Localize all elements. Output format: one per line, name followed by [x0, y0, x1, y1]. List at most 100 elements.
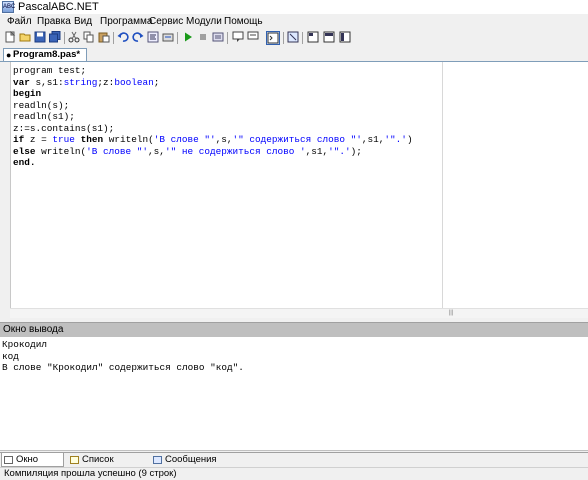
windows-layout-icon[interactable]	[306, 31, 320, 45]
bottom-panel-tabs: Окно вывода Список ошибок Сообщения комп…	[0, 452, 588, 478]
menu-edit[interactable]: Правка	[37, 14, 71, 30]
new-file-icon[interactable]	[3, 30, 17, 45]
code-token: );	[350, 145, 362, 157]
output-line: В слове "Крокодил" содержиться слово "ко…	[2, 362, 244, 373]
compile-icon[interactable]	[211, 31, 225, 45]
copy-icon[interactable]	[82, 31, 96, 45]
code-line[interactable]: else writeln('В слове "',s,'" не содержи…	[13, 146, 413, 158]
modified-indicator-icon: ●	[6, 50, 12, 60]
code-token: '".'	[328, 145, 351, 157]
error-list-icon	[70, 456, 79, 464]
title-bar: ABC PascalABC.NET	[0, 0, 588, 14]
tab-output-window[interactable]: Окно вывода	[1, 453, 64, 478]
save-icon[interactable]	[33, 31, 47, 45]
output-text-area[interactable]: Крокодил код В слове "Крокодил" содержит…	[0, 337, 588, 451]
menu-file[interactable]: Файл	[7, 14, 32, 30]
menu-program[interactable]: Программа	[100, 14, 152, 30]
undo-icon[interactable]	[116, 31, 130, 45]
code-line[interactable]: readln(s1);	[13, 111, 413, 123]
toolbar-separator	[302, 32, 303, 44]
code-token: s,s1:	[29, 76, 64, 88]
code-line[interactable]: if z = true then writeln('В слове "',s,'…	[13, 134, 413, 146]
toolbar-separator	[283, 32, 284, 44]
output-window-icon	[4, 456, 13, 464]
right-margin-guide	[442, 62, 443, 308]
code-text[interactable]: program test; var s,s1:string;z:boolean; b…	[13, 65, 413, 169]
tab-label: Program8.pas*	[13, 49, 81, 60]
window-title: PascalABC.NET	[18, 1, 99, 13]
code-token: then	[80, 134, 104, 145]
menu-modules[interactable]: Модули	[186, 14, 222, 30]
code-token: ,s,	[215, 134, 233, 145]
code-editor[interactable]: program test; var s,s1:string;z:boolean; b…	[10, 62, 588, 318]
code-token: string	[63, 76, 98, 88]
code-token: '" содержиться слово "'	[232, 134, 362, 145]
redo-icon[interactable]	[131, 31, 145, 45]
document-tabs: ● Program8.pas*	[0, 47, 588, 62]
code-token: ,s1,	[305, 145, 329, 157]
save-all-icon[interactable]	[48, 31, 62, 45]
windows-cascade-icon[interactable]	[338, 31, 352, 45]
code-token: else	[13, 145, 36, 157]
horizontal-scrollbar[interactable]: |||	[10, 308, 588, 318]
code-token: readln(s1);	[13, 111, 75, 122]
code-token: ,s1,	[361, 134, 385, 145]
compiler-messages-icon	[153, 456, 162, 464]
code-token: writeln(	[35, 145, 87, 157]
menu-service[interactable]: Сервис	[149, 14, 183, 30]
debug-step-icon[interactable]	[231, 31, 245, 45]
code-token: program test;	[13, 65, 87, 76]
code-line[interactable]: begin	[13, 88, 413, 100]
console-window-icon[interactable]	[266, 31, 280, 45]
toolbar-separator	[113, 32, 114, 44]
app-icon: ABC	[2, 1, 15, 13]
editor-gutter	[0, 62, 10, 318]
code-token: 'В слове "'	[153, 134, 216, 145]
output-line: Крокодил	[2, 339, 48, 350]
toolbar-separator	[64, 32, 65, 44]
designer-icon[interactable]	[286, 31, 300, 45]
status-bar: Компиляция прошла успешно (9 строк)	[0, 467, 588, 480]
toolbar	[0, 30, 588, 48]
code-token: readln(s);	[13, 99, 70, 111]
code-line[interactable]: readln(s);	[13, 100, 413, 112]
output-panel-title: Окно вывода	[3, 324, 64, 335]
format-code-icon[interactable]	[146, 31, 160, 45]
toolbar-separator	[177, 32, 178, 44]
code-token: z =	[24, 134, 53, 145]
tab-program8[interactable]: ● Program8.pas*	[3, 48, 87, 61]
code-token: if	[13, 134, 25, 145]
code-token: '" не содержиться слово '	[164, 145, 306, 157]
output-line: код	[2, 350, 19, 362]
code-token: end.	[13, 157, 36, 168]
code-token: ,s,	[148, 145, 165, 157]
scrollbar-grip-icon[interactable]: |||	[447, 310, 455, 317]
cut-icon[interactable]	[67, 31, 81, 45]
stop-icon[interactable]	[196, 31, 210, 45]
open-folder-icon[interactable]	[18, 31, 32, 45]
code-line[interactable]: var s,s1:string;z:boolean;	[13, 77, 413, 89]
menu-bar: Файл Правка Вид Программа Сервис Модули …	[0, 14, 588, 30]
tab-error-list[interactable]: Список ошибок	[68, 453, 148, 478]
status-text: Компиляция прошла успешно (9 строк)	[4, 468, 177, 479]
run-icon[interactable]	[181, 31, 195, 45]
code-token: ;z:	[97, 76, 115, 88]
code-token: '".'	[384, 134, 407, 145]
breakpoint-icon[interactable]	[246, 31, 260, 45]
code-line[interactable]: z:=s.contains(s1);	[13, 123, 413, 135]
menu-help[interactable]: Помощь	[224, 14, 263, 30]
code-token: var	[13, 76, 30, 88]
code-token: z:=s.contains(s1);	[13, 122, 115, 134]
code-token: )	[406, 134, 413, 145]
code-token: ;	[153, 76, 160, 88]
code-token: writeln(	[103, 134, 154, 145]
windows-tile-icon[interactable]	[322, 31, 336, 45]
code-line[interactable]: end.	[13, 157, 413, 169]
tab-compiler-messages[interactable]: Сообщения компилятора	[151, 453, 271, 478]
menu-view[interactable]: Вид	[74, 14, 92, 30]
code-token: true	[52, 134, 75, 145]
paste-icon[interactable]	[97, 31, 111, 45]
build-icon[interactable]	[161, 31, 175, 45]
code-line[interactable]: program test;	[13, 65, 413, 77]
code-token: boolean	[114, 76, 154, 88]
